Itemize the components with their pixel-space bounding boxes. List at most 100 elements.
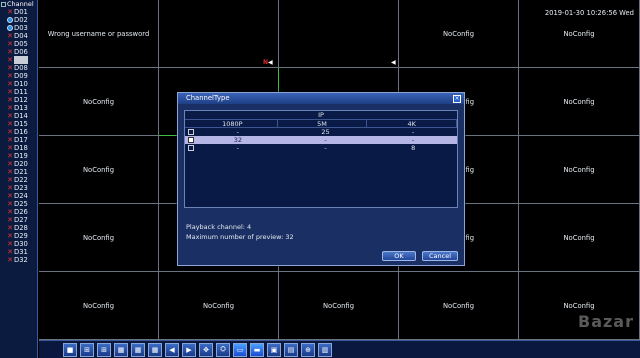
channel-item[interactable]: ✕ D22	[0, 176, 37, 184]
column-header-1080p: 1080P	[188, 120, 278, 128]
channel-offline-icon: ✕	[7, 112, 13, 120]
channel-item[interactable]: ✕ D06	[0, 48, 37, 56]
channel-item[interactable]: ✕ D13	[0, 104, 37, 112]
channel-item[interactable]: ✕ D27	[0, 216, 37, 224]
camera-cell[interactable]: NoConfig	[39, 204, 159, 272]
channel-label: D10	[14, 80, 28, 88]
channel-item[interactable]: ✕ D17	[0, 136, 37, 144]
channel-item[interactable]: ✕ D21	[0, 168, 37, 176]
channel-item[interactable]: ✕ D16	[0, 128, 37, 136]
color-icon[interactable]: ▥	[318, 342, 332, 357]
channel-item[interactable]: ✕ D08	[0, 64, 37, 72]
cell-status-text: NoConfig	[563, 29, 595, 38]
ptz-icon[interactable]: ✥	[199, 342, 213, 357]
network-icon[interactable]: ▣	[267, 342, 281, 357]
channel-item[interactable]: ✕ D15	[0, 120, 37, 128]
camera-cell[interactable]: NoConfig	[519, 68, 640, 136]
channel-item[interactable]: ✕ D19	[0, 152, 37, 160]
channel-item[interactable]: ✕ D23	[0, 184, 37, 192]
display-icon[interactable]: ▬	[250, 342, 264, 357]
cell-status-text: NoConfig	[442, 29, 475, 38]
channel-header-label: Channel	[7, 0, 34, 8]
channel-item[interactable]: D03	[0, 24, 37, 32]
channel-item[interactable]: ✕ D14	[0, 112, 37, 120]
channel-list: ✕ D01 D02 D03 ✕ D04 ✕ D05 ✕ D06 ✕ D07 ✕ D08 ✕ D09 ✕ D10 ✕ D…	[0, 8, 37, 264]
camera-cell[interactable]: Wrong username or password	[39, 0, 159, 68]
channel-label: D21	[14, 168, 28, 176]
camera-cell[interactable]: NoConfig	[159, 272, 279, 340]
playback-channel-text: Playback channel: 4	[186, 223, 252, 231]
channel-item[interactable]: ✕ D30	[0, 240, 37, 248]
table-row[interactable]: 32 - -	[185, 136, 457, 144]
previous-icon[interactable]: ◀	[165, 342, 179, 357]
channel-offline-icon: ✕	[7, 224, 13, 232]
channel-item[interactable]: ✕ D24	[0, 192, 37, 200]
channel-label: D13	[14, 104, 28, 112]
table-cell: 25	[321, 128, 330, 136]
table-cell: -	[236, 144, 240, 152]
camera-cell[interactable]	[279, 0, 399, 68]
channel-offline-icon: ✕	[7, 160, 13, 168]
channel-item[interactable]: ✕ D18	[0, 144, 37, 152]
channel-sidebar: Channel ✕ D01 D02 D03 ✕ D04 ✕ D05 ✕ D06 ✕ D07 ✕ D08 ✕ D…	[0, 0, 38, 358]
close-icon[interactable]: ×	[453, 95, 461, 103]
channel-header: Channel	[0, 0, 37, 8]
channel-item[interactable]: ✕ D32	[0, 256, 37, 264]
channel-offline-icon: ✕	[7, 96, 13, 104]
sixteen-view-icon[interactable]: ▦	[114, 342, 128, 357]
thirtytwo-view-icon[interactable]: ▦	[148, 342, 162, 357]
camera-cell[interactable]: NoConfig	[519, 0, 640, 68]
camera-cell[interactable]: NoConfig	[39, 136, 159, 204]
table-row[interactable]: - 25 -	[185, 128, 457, 136]
quad-view-icon[interactable]: ⊞	[80, 342, 94, 357]
channel-label: D08	[14, 64, 28, 72]
camera-cell[interactable]: NoConfig	[279, 272, 399, 340]
ok-button[interactable]: OK	[382, 251, 416, 261]
channel-item[interactable]: ✕ D01	[0, 8, 37, 16]
channel-offline-icon: ✕	[7, 40, 13, 48]
dialog-title: ChannelType	[186, 94, 230, 102]
camera-cell[interactable]: NoConfig	[519, 136, 640, 204]
channel-label: D27	[14, 216, 28, 224]
channel-item[interactable]: ✕ D25	[0, 200, 37, 208]
channel-item[interactable]: ✕ D09	[0, 72, 37, 80]
camera-cell[interactable]: NoConfig	[399, 272, 519, 340]
channel-offline-icon: ✕	[7, 120, 13, 128]
nine-view-icon[interactable]: ⊞	[97, 342, 111, 357]
camera-cell[interactable]: NoConfig	[39, 68, 159, 136]
channel-item[interactable]: D02	[0, 16, 37, 24]
channel-offline-icon: ✕	[7, 56, 13, 64]
camera-cell[interactable]: NoConfig	[399, 0, 519, 68]
single-view-icon[interactable]: ■	[63, 342, 77, 357]
settings-icon[interactable]: ▤	[284, 342, 298, 357]
table-cell: -	[412, 136, 415, 144]
cell-status-text: Wrong username or password	[47, 29, 150, 38]
cell-status-text: NoConfig	[202, 301, 235, 310]
channel-item[interactable]: ✕ D05	[0, 40, 37, 48]
channel-item[interactable]: ✕ D11	[0, 88, 37, 96]
camera-cell[interactable]	[159, 0, 279, 68]
table-cell: -	[324, 136, 327, 144]
table-row[interactable]: - - 8	[185, 144, 457, 152]
channel-item[interactable]: ✕ D10	[0, 80, 37, 88]
channel-item[interactable]: ✕ D12	[0, 96, 37, 104]
channel-item[interactable]: ✕ D31	[0, 248, 37, 256]
next-icon[interactable]: ▶	[182, 342, 196, 357]
channel-item[interactable]: ✕ D07	[0, 56, 37, 64]
channel-offline-icon: ✕	[7, 104, 13, 112]
camera-cell[interactable]: NoConfig	[39, 272, 159, 340]
channel-item[interactable]: ✕ D20	[0, 160, 37, 168]
channel-item[interactable]: ✕ D26	[0, 208, 37, 216]
camera-cell[interactable]: NoConfig	[519, 204, 640, 272]
twentyfive-view-icon[interactable]: ▦	[131, 342, 145, 357]
channel-offline-icon: ✕	[7, 176, 13, 184]
channel-label: D28	[14, 224, 28, 232]
record-icon[interactable]: ⛭	[216, 342, 230, 357]
channel-item[interactable]: ✕ D04	[0, 32, 37, 40]
cancel-button[interactable]: Cancel	[422, 251, 458, 261]
playback-icon[interactable]: ▭	[233, 342, 247, 357]
channel-item[interactable]: ✕ D28	[0, 224, 37, 232]
channel-offline-icon: ✕	[7, 80, 13, 88]
alarm-icon[interactable]: ⊕	[301, 342, 315, 357]
channel-item[interactable]: ✕ D29	[0, 232, 37, 240]
